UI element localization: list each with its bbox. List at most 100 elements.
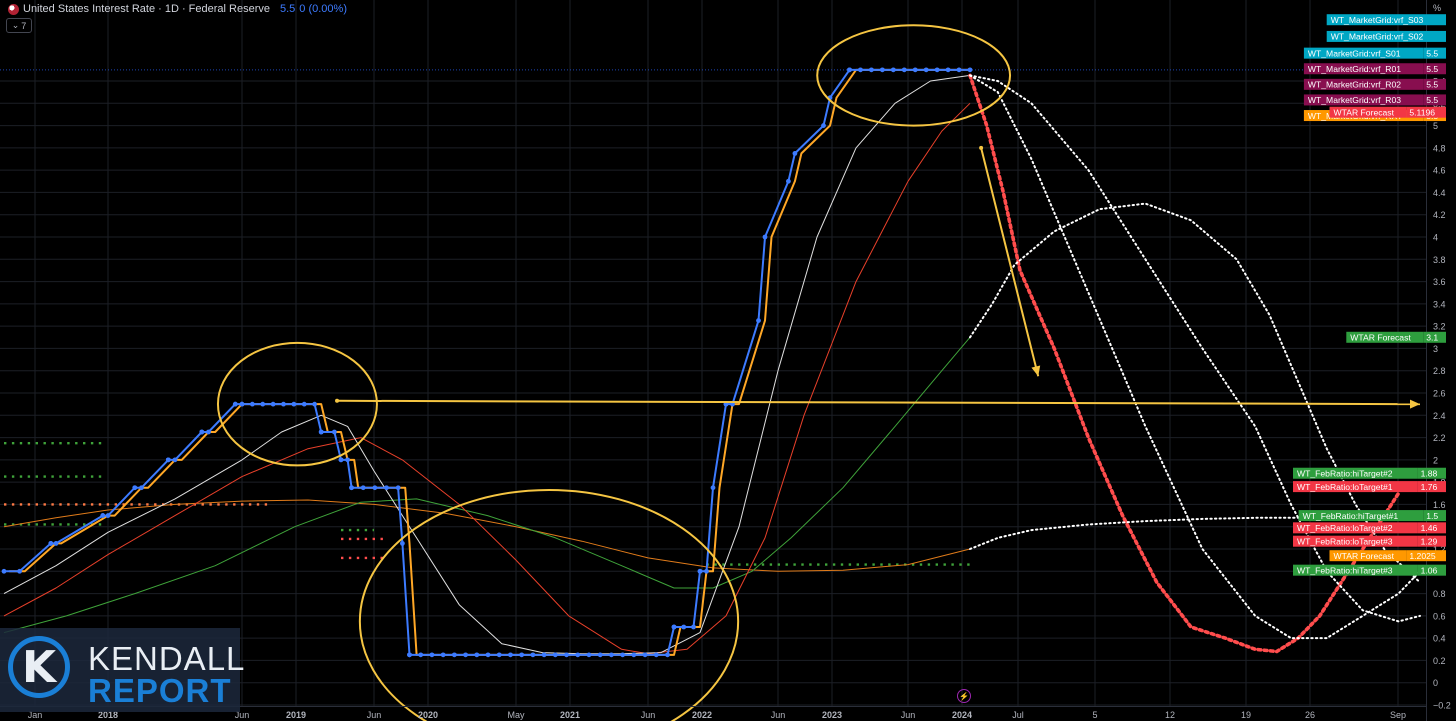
right-label-value: 1.46 [1421,523,1438,533]
logo-line2: REPORT [88,672,232,709]
arrow-tail-dot [335,398,340,403]
rate-point [199,429,205,435]
y-tick-label: −0.2 [1433,701,1451,711]
rate-point [967,67,973,73]
rate-point [53,541,59,546]
rate-point [541,652,547,658]
right-label: WT_MarketGrid:vrf_S03 [1326,14,1446,26]
y-tick-label: 2.4 [1433,411,1446,421]
x-tick-label: 2022 [692,710,712,720]
rate-point [418,652,424,658]
rate-point [653,652,659,658]
y-tick-label: 3.6 [1433,277,1446,287]
rate-point [956,67,962,73]
rate-point [451,652,457,658]
rate-point [105,513,111,518]
dotted-levels [4,441,970,566]
right-label-value: 1.88 [1421,469,1438,479]
y-tick-label: 4.6 [1433,166,1446,176]
rate-point [508,652,513,658]
y-unit-label: % [1433,3,1441,13]
right-label-text: WT_FebRatio:loTarget#3 [1297,537,1393,547]
y-tick-label: 2 [1433,455,1438,465]
right-label-text: WTAR Forecast [1334,551,1395,561]
y-tick-label: 2.6 [1433,389,1446,399]
rate-point [821,123,826,128]
right-label: WT_FebRatio:loTarget#3 1.29 [1293,535,1446,547]
rate-point [384,485,389,491]
us-flag-icon [8,3,19,15]
chart-title: United States Interest Rate · 1D · Feder… [23,3,270,15]
rate-point [620,652,626,658]
rate-point [17,568,22,574]
right-label-text: WTAR Forecast [1350,333,1411,343]
lightning-icon[interactable]: ⚡ [957,689,971,703]
white_ma-line [3,74,971,655]
interest-rate-chart[interactable]: 5.45.254.84.64.44.243.83.63.43.232.82.62… [0,0,1456,721]
x-tick-label: 2020 [418,710,438,720]
rate-point [249,401,255,407]
rate-point [671,624,677,630]
rate-point [139,485,144,491]
y-tick-label: 2.8 [1433,366,1446,376]
y-tick-label: 4.8 [1433,143,1446,153]
rate-point [901,67,907,73]
rate-point [301,401,307,407]
x-tick-label: 5 [1092,710,1097,720]
right-label-text: WT_FebRatio:hiTarget#1 [1303,511,1399,521]
rate-point [792,151,798,156]
right-label-text: WT_MarketGrid:vrf_S02 [1331,32,1424,42]
rate-point [165,457,171,463]
rate-point [756,318,761,323]
rate-point [395,485,401,491]
right-label: WTAR Forecast 5.1196 [1329,106,1446,118]
x-tick-label: 26 [1305,710,1315,720]
x-tick-label: 2023 [822,710,842,720]
right-label: WT_MarketGrid:vrf_R02 5.5 [1303,78,1446,90]
current-value: 5.5 [280,3,296,15]
right-label: WT_FebRatio:hiTarget#1 1.5 [1298,510,1446,522]
right-label-value: 5.5 [1426,80,1438,90]
right-label-text: WT_MarketGrid:vrf_S01 [1308,48,1401,58]
y-tick-label: 0.4 [1433,634,1446,644]
rate-point [100,513,106,518]
right-label: WT_MarketGrid:vrf_R03 5.5 [1303,94,1446,106]
right-labels: WT_MarketGrid:vrf_S03 WT_MarketGrid:vrf_S… [1293,14,1446,576]
x-tick-label: 19 [1241,710,1251,720]
x-tick-label: Jun [641,710,656,720]
right-label-text: WTAR Forecast [1334,108,1395,118]
y-tick-label: 4 [1433,233,1438,243]
y-tick-label: 1.6 [1433,500,1446,510]
rate-point [704,568,709,574]
rate-point [407,652,412,658]
y-tick-label: 5 [1433,121,1438,131]
rate-point [691,624,696,630]
y-tick-label: 0.6 [1433,611,1446,621]
right-label-text: WT_FebRatio:hiTarget#3 [1297,565,1393,575]
rate-point [697,568,703,574]
x-tick-label: 12 [1165,710,1175,720]
right-label-value: 3.1 [1426,333,1438,343]
right-label-text: WT_MarketGrid:vrf_R03 [1308,95,1401,105]
right-label-text: WT_MarketGrid:vrf_R02 [1308,80,1401,90]
rate-point [349,485,354,491]
logo-kr-mark-icon: K [22,642,57,693]
grid [0,0,1426,706]
right-label-value: 1.06 [1421,565,1438,575]
right-label: WTAR Forecast 3.1 [1346,331,1446,343]
indicator-count-button[interactable]: ⌄ 7 [6,18,32,33]
green_ma-line [3,336,971,634]
y-tick-label: 0.2 [1433,656,1446,666]
x-tick-label: Jun [771,710,786,720]
value-change: 0 (0.00%) [299,3,347,15]
right-label: WT_FebRatio:hiTarget#2 1.88 [1293,467,1446,479]
right-label-text: WT_FebRatio:loTarget#1 [1297,482,1393,492]
annotation-arrow [980,147,1040,377]
right-label: WT_FebRatio:loTarget#1 1.76 [1293,481,1446,493]
chart-header: United States Interest Rate · 1D · Feder… [8,2,347,16]
series-lines [1,67,973,658]
rate-point [681,624,687,630]
rate-point [934,67,940,73]
right-label-value: 1.76 [1421,482,1438,492]
rate-point [847,67,852,73]
